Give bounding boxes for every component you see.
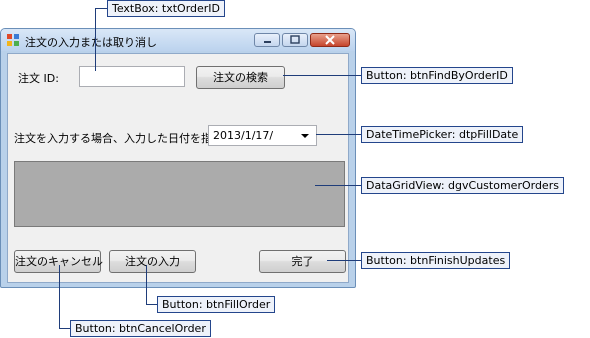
callout-line-txt-order-id (95, 8, 96, 71)
minimize-icon (264, 41, 271, 43)
callout-line-btn-finish (327, 260, 361, 261)
callout-line-btn-cancel (59, 265, 60, 329)
close-button[interactable] (310, 33, 350, 47)
cancel-order-button[interactable]: 注文のキャンセル (14, 250, 103, 273)
fill-date-value: 2013/1/17/ (213, 129, 274, 142)
callout-line-btn-fill (146, 265, 147, 305)
maximize-icon (290, 35, 300, 44)
callout-line-btn-find (283, 75, 361, 76)
callout-btn-finish: Button: btnFinishUpdates (361, 252, 511, 269)
dropdown-arrow-icon (301, 134, 309, 138)
callout-btn-cancel: Button: btnCancelOrder (70, 320, 211, 337)
customer-orders-grid[interactable] (14, 161, 345, 227)
fill-date-picker[interactable]: 2013/1/17/ (208, 125, 317, 146)
fill-date-label: 注文を入力する場合、入力した日付を指定 (14, 132, 223, 145)
callout-btn-find: Button: btnFindByOrderID (361, 67, 513, 84)
callout-dtp-fill-date: DateTimePicker: dtpFillDate (361, 126, 524, 143)
callout-txt-order-id: TextBox: txtOrderID (107, 0, 226, 17)
callout-line-dtp (316, 134, 361, 135)
maximize-button[interactable] (282, 33, 308, 47)
find-order-button[interactable]: 注文の検索 (196, 66, 285, 89)
form-client-area: 注文 ID: 注文の検索 注文を入力する場合、入力した日付を指定 2013/1/… (7, 53, 349, 283)
close-icon (325, 35, 335, 45)
finish-updates-button[interactable]: 完了 (259, 250, 346, 273)
callout-btn-fill: Button: btnFillOrder (157, 296, 276, 313)
callout-dgv-orders: DataGridView: dgvCustomerOrders (361, 177, 564, 194)
callout-line-dgv (315, 185, 361, 186)
window-title: 注文の入力または取り消し (25, 36, 157, 49)
form-window: 注文の入力または取り消し 注文 ID: 注文の検索 注文を入力する場合、入力した… (0, 28, 356, 288)
title-bar[interactable]: 注文の入力または取り消し (1, 29, 355, 51)
order-id-label: 注文 ID: (18, 72, 59, 85)
minimize-button[interactable] (254, 33, 280, 47)
fill-order-button[interactable]: 注文の入力 (109, 250, 196, 273)
app-icon (7, 34, 19, 46)
